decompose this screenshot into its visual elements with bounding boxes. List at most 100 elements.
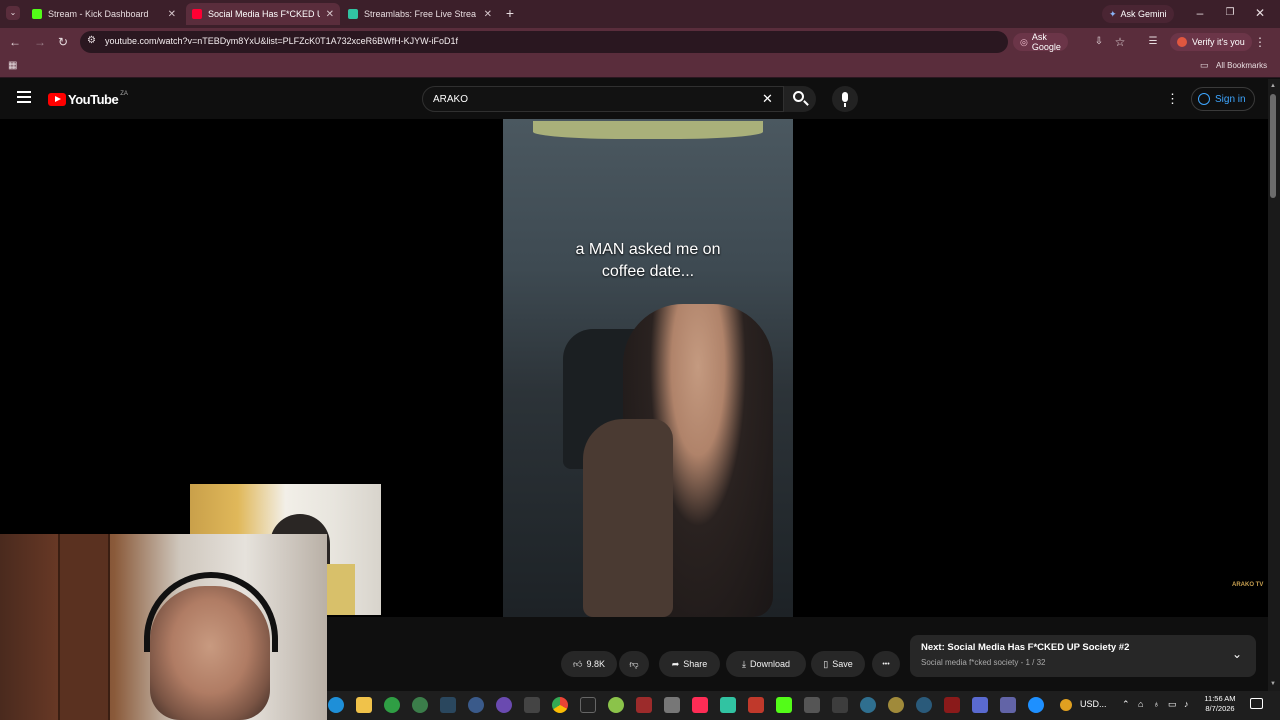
search-query-text[interactable]: ARAKO <box>433 94 468 105</box>
file-explorer-icon[interactable] <box>356 697 372 713</box>
avatar <box>1177 37 1187 47</box>
app-icon-2[interactable] <box>496 697 512 713</box>
scrollbar-thumb[interactable] <box>1270 94 1276 198</box>
steam-icon[interactable] <box>440 697 456 713</box>
tray-overflow-icon[interactable]: ⌃ <box>1122 699 1130 710</box>
teams-icon[interactable] <box>1000 697 1016 713</box>
tab-youtube-video[interactable]: Social Media Has F*CKED UP Society ✕ <box>186 3 340 25</box>
chevron-down-icon[interactable]: ⌄ <box>1232 647 1242 661</box>
tiktok-icon[interactable] <box>692 697 708 713</box>
app-icon-5[interactable] <box>636 697 652 713</box>
sign-in-button[interactable]: Sign in <box>1191 87 1255 111</box>
door-graphic <box>58 534 110 720</box>
apps-grid-icon[interactable]: ▦ <box>8 60 17 71</box>
folder-icon: ▭ <box>1200 60 1209 70</box>
app-icon-13[interactable] <box>944 697 960 713</box>
app-icon-3[interactable] <box>524 697 540 713</box>
streamlabs-icon[interactable] <box>720 697 736 713</box>
microphone-tray-icon[interactable]: ♁ <box>1153 699 1160 709</box>
new-tab-button[interactable]: + <box>503 6 517 20</box>
channel-watermark[interactable]: ARAKO TV <box>1232 582 1263 588</box>
search-icon <box>793 91 804 102</box>
app-icon-6[interactable] <box>664 697 680 713</box>
profile-button[interactable]: Verify it's you <box>1170 33 1252 51</box>
microphone-icon <box>842 92 848 102</box>
voice-search-button[interactable] <box>832 86 858 112</box>
minimize-icon[interactable]: – <box>1194 6 1206 20</box>
bookmark-star-icon[interactable]: ☆ <box>1113 35 1127 49</box>
hamburger-menu-icon[interactable] <box>17 91 31 103</box>
clear-search-icon[interactable]: ✕ <box>762 91 773 107</box>
network-icon[interactable]: ⌂ <box>1138 699 1143 709</box>
reload-icon[interactable]: ↻ <box>56 35 70 49</box>
back-arrow-icon[interactable]: ← <box>8 35 22 49</box>
app-icon-15[interactable] <box>1028 697 1044 713</box>
video-caption-text: a MAN asked me on coffee date... <box>575 241 721 280</box>
volume-icon[interactable]: ♪ <box>1184 699 1189 709</box>
xbox-app-icon[interactable] <box>384 697 400 713</box>
ask-google-button[interactable]: ◎ Ask Google <box>1013 32 1068 52</box>
taskbar-clock[interactable]: 11:56 AM 8/7/2026 <box>1202 694 1238 714</box>
close-window-icon[interactable]: ✕ <box>1254 6 1266 20</box>
dislike-button[interactable]: 👎︎ <box>619 651 649 677</box>
bookmarks-bar: ▦ ▭ All Bookmarks <box>0 56 1280 78</box>
address-bar[interactable]: ⚙ youtube.com/watch?v=nTEBDym8YxU&list=P… <box>80 31 1068 53</box>
more-horizontal-icon: ••• <box>882 660 890 668</box>
reading-list-icon[interactable]: ☰ <box>1146 35 1160 49</box>
like-button[interactable]: 👍︎ 9.8K <box>561 651 617 677</box>
currency-widget-text[interactable]: USD... <box>1080 699 1107 709</box>
download-icon: ⤓ <box>741 658 746 669</box>
youtube-logo[interactable]: YouTube ZA <box>48 91 128 107</box>
close-tab-icon[interactable]: ✕ <box>320 9 334 20</box>
download-button[interactable]: ⤓ Download <box>726 651 806 677</box>
app-icon-4[interactable] <box>608 697 624 713</box>
scroll-down-icon[interactable]: ▼ <box>1270 681 1276 687</box>
tab-streamlabs[interactable]: Streamlabs: Free Live Streaming ✕ <box>342 3 498 25</box>
next-video-title: Next: Social Media Has F*CKED UP Society… <box>921 642 1130 653</box>
notifications-icon[interactable] <box>1250 698 1263 709</box>
video-frame[interactable]: a MAN asked me on coffee date... <box>503 119 793 617</box>
chrome-icon[interactable] <box>552 697 568 713</box>
save-button[interactable]: ▯ Save <box>811 651 865 677</box>
tab-search-icon[interactable]: ⌄ <box>6 6 20 20</box>
search-button[interactable] <box>784 86 816 112</box>
all-bookmarks-link[interactable]: All Bookmarks <box>1216 61 1267 70</box>
terminal-icon[interactable] <box>580 697 596 713</box>
app-icon-10[interactable] <box>860 697 876 713</box>
thumbs-up-icon: 👍︎ <box>573 658 583 669</box>
youtube-play-icon <box>48 93 66 106</box>
more-actions-button[interactable]: ••• <box>872 651 900 677</box>
maximize-icon[interactable]: ❐ <box>1224 6 1236 20</box>
app-icon-12[interactable] <box>916 697 932 713</box>
tab-kick-dashboard[interactable]: Stream - Kick Dashboard ✕ <box>26 3 182 25</box>
site-info-icon[interactable]: ⚙ <box>87 35 96 46</box>
app-icon-9[interactable] <box>832 697 848 713</box>
search-input[interactable]: ARAKO ✕ <box>422 86 784 112</box>
app-icon-8[interactable] <box>804 697 820 713</box>
ask-gemini-button[interactable]: ✦ Ask Gemini <box>1102 5 1174 23</box>
app-icon-14[interactable] <box>972 697 988 713</box>
forward-arrow-icon[interactable]: → <box>33 35 47 49</box>
xbox-bar-icon[interactable] <box>412 697 428 713</box>
url-text[interactable]: youtube.com/watch?v=nTEBDym8YxU&list=PLF… <box>105 36 458 46</box>
currency-widget-icon[interactable] <box>1060 699 1072 711</box>
app-icon-7[interactable] <box>748 697 764 713</box>
shirt-graphic <box>325 564 355 615</box>
settings-kebab-icon[interactable]: ⋮ <box>1166 91 1179 107</box>
edge-icon[interactable] <box>328 697 344 713</box>
browser-tab-strip: ⌄ Stream - Kick Dashboard ✕ Social Media… <box>0 0 1280 28</box>
close-tab-icon[interactable]: ✕ <box>162 9 176 20</box>
app-icon-11[interactable] <box>888 697 904 713</box>
app-icon-1[interactable] <box>468 697 484 713</box>
gemini-star-icon: ✦ <box>1109 8 1117 19</box>
install-app-icon[interactable]: ⇩ <box>1092 35 1106 49</box>
close-tab-icon[interactable]: ✕ <box>478 9 492 20</box>
battery-icon[interactable]: ▭ <box>1168 699 1177 710</box>
kebab-menu-icon[interactable]: ⋮ <box>1254 35 1266 49</box>
share-button[interactable]: ➦ Share <box>659 651 720 677</box>
scroll-up-icon[interactable]: ▲ <box>1270 83 1276 89</box>
hair-graphic <box>583 419 673 617</box>
playlist-next-card[interactable]: Next: Social Media Has F*CKED UP Society… <box>910 635 1256 677</box>
kick-icon[interactable] <box>776 697 792 713</box>
playlist-progress: Social media f*cked society - 1 / 32 <box>921 658 1046 667</box>
